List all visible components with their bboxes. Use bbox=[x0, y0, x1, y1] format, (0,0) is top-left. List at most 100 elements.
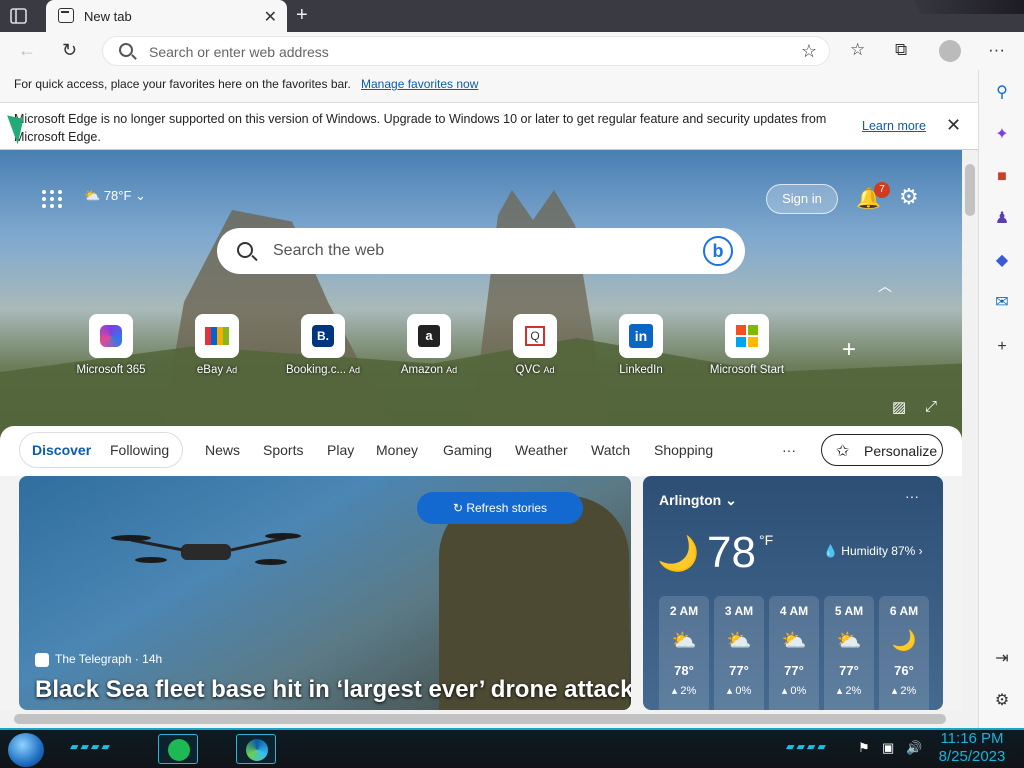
tab-money[interactable]: Money bbox=[376, 442, 418, 458]
hour-precip-value: 0% bbox=[790, 685, 807, 697]
cloudy-moon-icon: ⛅ bbox=[836, 630, 862, 652]
favorites-icon[interactable]: ☆ bbox=[850, 40, 865, 60]
hour-precip: ▴ 2% bbox=[836, 685, 862, 697]
weather-city[interactable]: Arlington ⌄ bbox=[659, 492, 737, 509]
title-bar: New tab ✕ + bbox=[0, 0, 1024, 32]
sidebar-settings-icon[interactable]: ⚙ bbox=[993, 692, 1011, 710]
more-tabs-icon[interactable]: ··· bbox=[782, 442, 796, 458]
sign-in-button[interactable]: Sign in bbox=[766, 184, 838, 214]
expand-icon[interactable]: ⤢ bbox=[925, 398, 937, 415]
microsoft-365-logo-icon bbox=[89, 314, 133, 358]
tab-play[interactable]: Play bbox=[327, 442, 354, 458]
telegraph-logo-icon bbox=[35, 652, 49, 667]
add-quicklink-icon[interactable]: + bbox=[842, 336, 856, 364]
games-icon[interactable]: ♟ bbox=[993, 210, 1011, 228]
quicklink-label: LinkedIn bbox=[619, 364, 663, 376]
tab-news[interactable]: News bbox=[205, 442, 240, 458]
tab-watch[interactable]: Watch bbox=[591, 442, 630, 458]
tab-following[interactable]: Following bbox=[110, 442, 169, 458]
quicklink-ebay[interactable]: eBay Ad bbox=[172, 314, 262, 376]
hour-precip: ▴ 0% bbox=[781, 685, 807, 697]
learn-more-link[interactable]: Learn more bbox=[862, 119, 926, 133]
taskbar-app-edge[interactable] bbox=[236, 734, 276, 764]
image-info-icon[interactable]: ▨ bbox=[892, 398, 906, 416]
ad-label: Ad bbox=[446, 365, 458, 375]
story-source-text: The Telegraph · 14h bbox=[55, 652, 163, 666]
hour-temp: 76° bbox=[894, 663, 914, 678]
network-icon[interactable]: ▣ bbox=[882, 740, 894, 756]
ebay-logo-icon bbox=[195, 314, 239, 358]
tab-shopping[interactable]: Shopping bbox=[654, 442, 713, 458]
close-tab-button[interactable]: ✕ bbox=[264, 7, 277, 27]
chevron-down-icon: ⌄ bbox=[135, 188, 146, 203]
collections-icon[interactable]: ⧉ bbox=[895, 40, 907, 60]
taskbar-app-spotify[interactable] bbox=[158, 734, 198, 764]
volume-icon[interactable]: 🔊 bbox=[906, 740, 922, 756]
quicklink-qvc[interactable]: Q QVC Ad bbox=[490, 314, 580, 376]
weather-more-icon[interactable]: ··· bbox=[905, 488, 919, 504]
bing-chat-icon[interactable]: b bbox=[703, 236, 733, 266]
weather-card[interactable]: Arlington ⌄ ··· 🌙 78 °F 💧 Humidity 87% ›… bbox=[643, 476, 943, 710]
web-search-box[interactable]: Search the web b bbox=[217, 228, 745, 274]
quicklink-label: eBay bbox=[196, 364, 224, 376]
profile-avatar[interactable] bbox=[939, 40, 961, 62]
quicklink-booking[interactable]: B. Booking.c... Ad bbox=[278, 314, 368, 376]
new-tab-page: ⛅ 78°F ⌄ Sign in 🔔 7 ⚙ Search the web b … bbox=[0, 150, 962, 710]
quicklink-amazon[interactable]: a Amazon Ad bbox=[384, 314, 474, 376]
manage-favorites-link[interactable]: Manage favorites now bbox=[361, 77, 478, 91]
add-sidebar-icon[interactable]: + bbox=[993, 338, 1011, 356]
tab-actions-icon[interactable] bbox=[8, 6, 30, 26]
hourly-forecast: 2 AM ⛅ 78° ▴ 2% bbox=[659, 596, 709, 710]
quicklink-label: Microsoft 365 bbox=[76, 364, 146, 376]
refresh-stories-button[interactable]: ↻ Refresh stories bbox=[417, 492, 583, 524]
scroll-thumb[interactable] bbox=[965, 164, 975, 216]
system-clock[interactable]: 11:16 PM 8/25/2023 bbox=[930, 730, 1014, 766]
tab-sports[interactable]: Sports bbox=[263, 442, 303, 458]
humidity-label: Humidity 87% bbox=[841, 544, 916, 558]
collapse-icon[interactable]: ︿ bbox=[878, 276, 892, 296]
tab-new-tab[interactable]: New tab ✕ bbox=[46, 0, 287, 32]
settings-more-icon[interactable]: ··· bbox=[988, 40, 1005, 60]
address-bar[interactable]: Search or enter web address ☆ bbox=[102, 36, 830, 66]
search-icon bbox=[119, 43, 133, 57]
back-icon[interactable]: ← bbox=[18, 40, 36, 61]
partly-cloudy-night-icon: 🌙 bbox=[657, 535, 700, 573]
refresh-icon[interactable]: ↻ bbox=[62, 40, 77, 61]
start-button[interactable] bbox=[8, 733, 44, 767]
tab-weather[interactable]: Weather bbox=[515, 442, 568, 458]
story-headline[interactable]: Black Sea fleet base hit in ‘largest eve… bbox=[35, 676, 631, 704]
amazon-logo-icon: a bbox=[407, 314, 451, 358]
horizontal-scrollbar[interactable] bbox=[0, 710, 978, 728]
apps-grid-icon[interactable] bbox=[42, 190, 62, 208]
personalize-button[interactable]: ✩ Personalize bbox=[821, 434, 943, 466]
notification-badge: 7 bbox=[874, 182, 890, 198]
hour-precip-value: 2% bbox=[680, 685, 697, 697]
copilot-icon[interactable]: ✦ bbox=[993, 126, 1011, 144]
quicklink-linkedin[interactable]: in LinkedIn bbox=[596, 314, 686, 376]
add-favorite-icon[interactable]: ☆ bbox=[801, 41, 817, 62]
microsoft-365-icon[interactable]: ◆ bbox=[993, 252, 1011, 270]
hide-sidebar-icon[interactable]: ⇥ bbox=[993, 650, 1011, 668]
qvc-logo-icon: Q bbox=[513, 314, 557, 358]
story-card[interactable]: ↻ Refresh stories The Telegraph · 14h Bl… bbox=[19, 476, 631, 710]
quicklink-microsoft-start[interactable]: Microsoft Start bbox=[702, 314, 792, 376]
tab-discover[interactable]: Discover bbox=[32, 442, 91, 458]
scroll-thumb[interactable] bbox=[14, 714, 946, 724]
vertical-scrollbar[interactable] bbox=[962, 150, 978, 710]
search-sidebar-icon[interactable]: ⚲ bbox=[993, 84, 1011, 102]
hourly-forecast: 4 AM ⛅ 77° ▴ 0% bbox=[769, 596, 819, 710]
tab-gaming[interactable]: Gaming bbox=[443, 442, 492, 458]
hour-temp: 77° bbox=[784, 663, 804, 678]
humidity[interactable]: 💧 Humidity 87% › bbox=[823, 544, 923, 558]
quicklink-microsoft-365[interactable]: Microsoft 365 bbox=[66, 314, 156, 376]
weather-widget[interactable]: ⛅ 78°F ⌄ bbox=[84, 188, 146, 204]
flag-icon[interactable]: ⚑ bbox=[858, 740, 870, 756]
page-settings-icon[interactable]: ⚙ bbox=[899, 184, 919, 210]
new-tab-button[interactable]: + bbox=[296, 4, 308, 27]
shopping-icon[interactable]: ■ bbox=[993, 168, 1011, 186]
weather-unit: °F bbox=[759, 532, 774, 548]
background-image: ⛅ 78°F ⌄ Sign in 🔔 7 ⚙ Search the web b … bbox=[0, 150, 962, 440]
microsoft-logo-icon bbox=[725, 314, 769, 358]
close-banner-icon[interactable]: ✕ bbox=[946, 115, 961, 136]
outlook-icon[interactable]: ✉ bbox=[993, 294, 1011, 312]
